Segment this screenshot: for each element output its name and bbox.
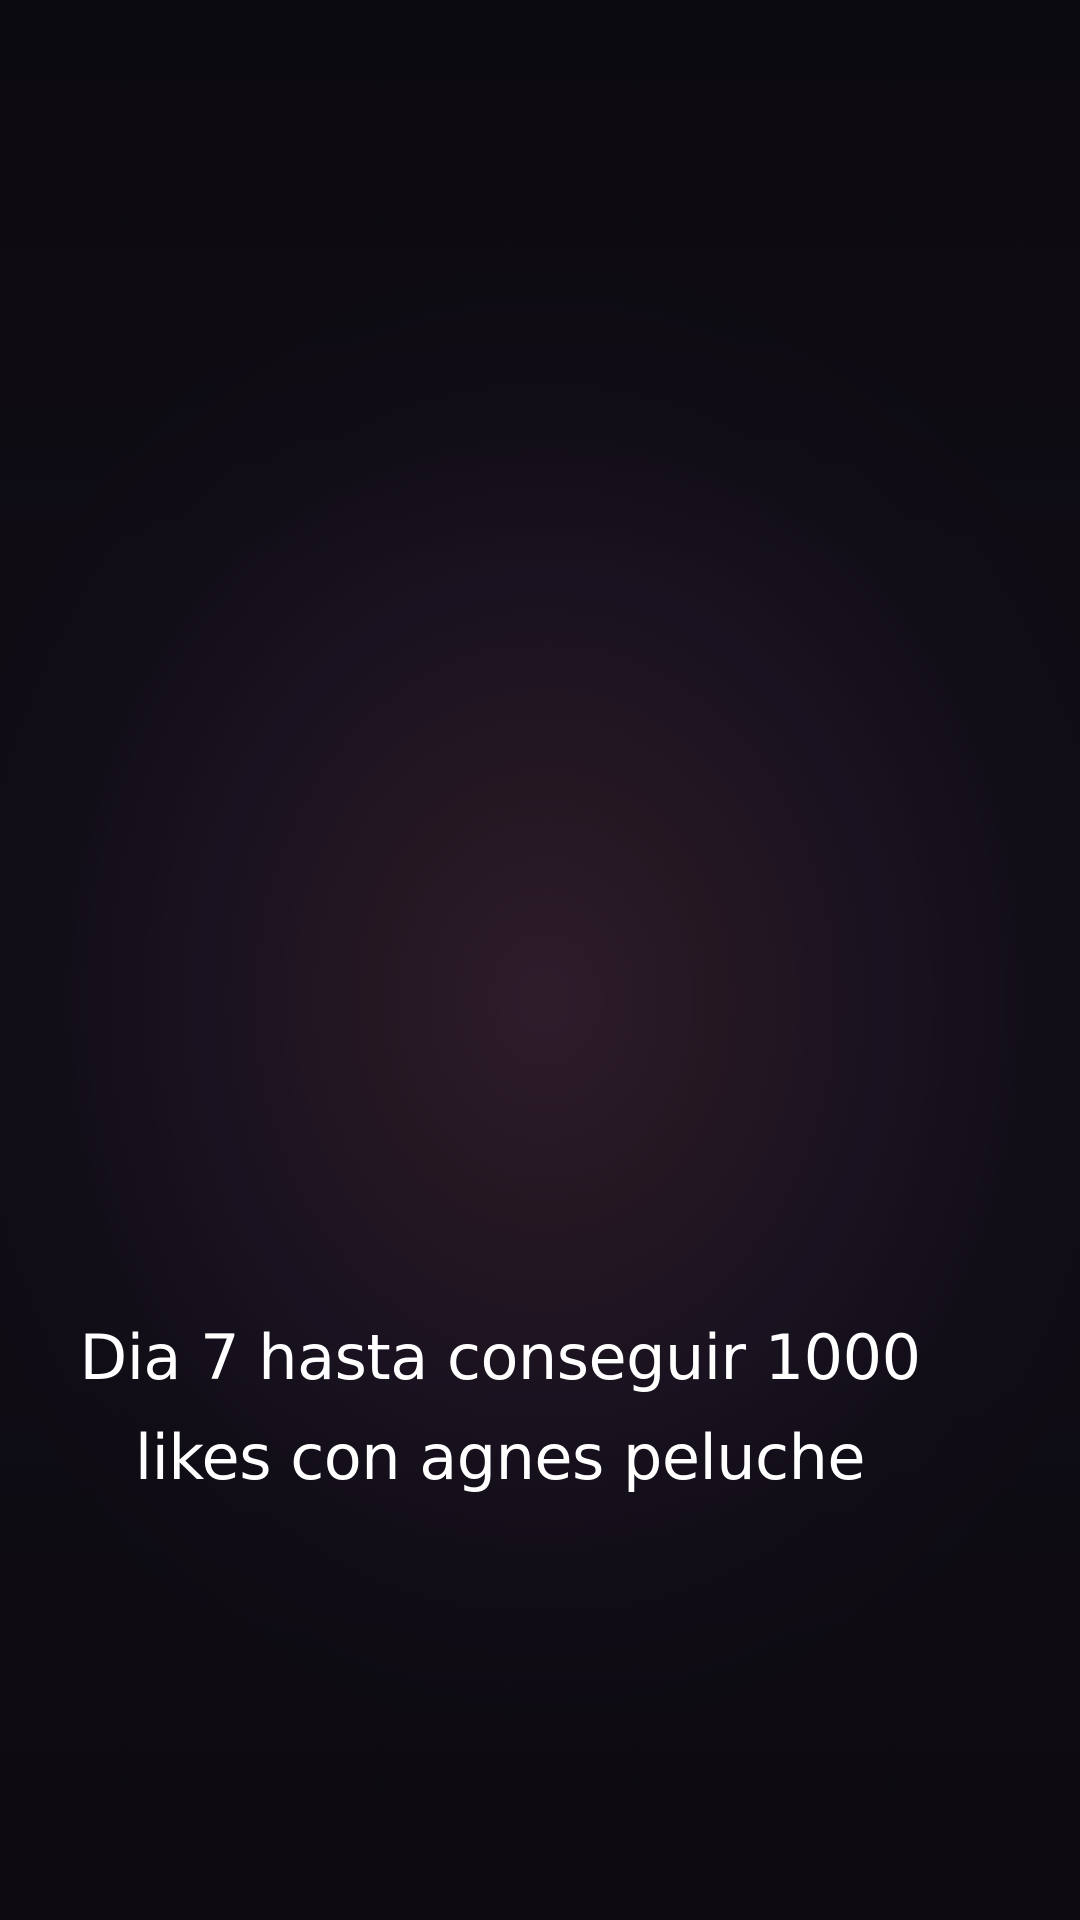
background-vignette xyxy=(0,0,1080,1920)
caption-text: Dia 7 hasta conseguir 1000 likes con agn… xyxy=(0,1308,1000,1508)
caption-line-1: Dia 7 hasta conseguir 1000 xyxy=(79,1321,921,1394)
video-frame[interactable]: Dia 7 hasta conseguir 1000 likes con agn… xyxy=(0,0,1080,1920)
caption-line-2: likes con agnes peluche xyxy=(134,1421,866,1494)
